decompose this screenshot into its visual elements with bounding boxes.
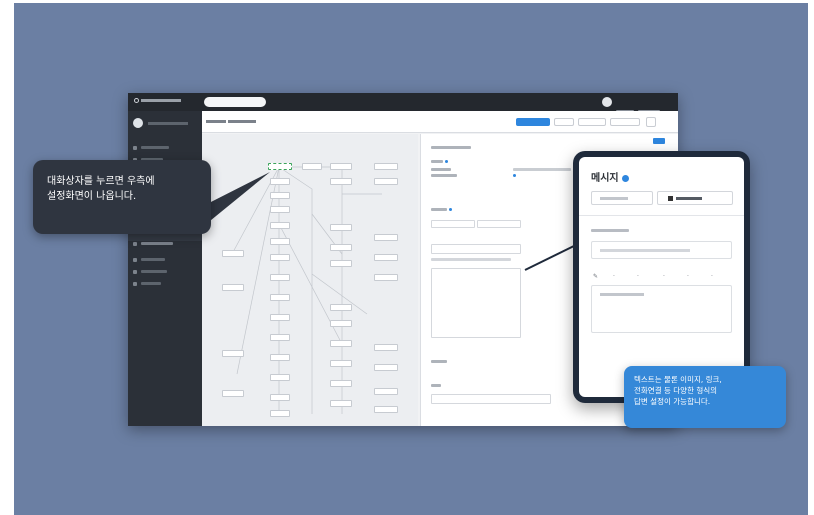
info-badge-icon xyxy=(621,174,629,182)
tool-icon[interactable]: · xyxy=(711,273,713,280)
tool-icon[interactable]: · xyxy=(687,273,689,280)
link-icon[interactable]: ✎ xyxy=(593,273,598,280)
tablet-pointer-line xyxy=(524,243,579,271)
tablet-input[interactable] xyxy=(591,241,732,259)
tablet-dropdown[interactable] xyxy=(591,191,653,205)
right-callout-line-3: 답변 설정이 가능합니다. xyxy=(634,397,711,406)
divider xyxy=(579,215,744,216)
tablet-title: 메시지 xyxy=(591,169,629,184)
tablet-screen: 메시지 ✎ · · · · · xyxy=(579,157,744,397)
left-callout-pointer xyxy=(205,172,270,225)
right-callout-line-2: 전화연결 등 다양한 형식의 xyxy=(634,386,718,395)
tool-icon[interactable]: · xyxy=(663,273,665,280)
tool-icon[interactable]: · xyxy=(637,273,639,280)
left-callout-line-2: 설정화면이 나옵니다. xyxy=(47,191,137,202)
left-callout-line-1: 대화상자를 누르면 우측에 xyxy=(47,176,155,187)
tablet-title-text: 메시지 xyxy=(591,173,619,184)
right-callout: 텍스트는 물론 이미지, 링크, 전화연결 등 다양한 형식의 답변 설정이 가… xyxy=(624,366,786,428)
left-callout: 대화상자를 누르면 우측에 설정화면이 나옵니다. xyxy=(33,160,211,234)
tablet-message-editor[interactable] xyxy=(591,285,732,333)
add-icon xyxy=(668,196,673,201)
right-callout-line-1: 텍스트는 물론 이미지, 링크, xyxy=(634,375,722,384)
field-label xyxy=(591,229,629,232)
tool-icon[interactable]: · xyxy=(613,273,615,280)
tablet-add-button[interactable] xyxy=(657,191,733,205)
